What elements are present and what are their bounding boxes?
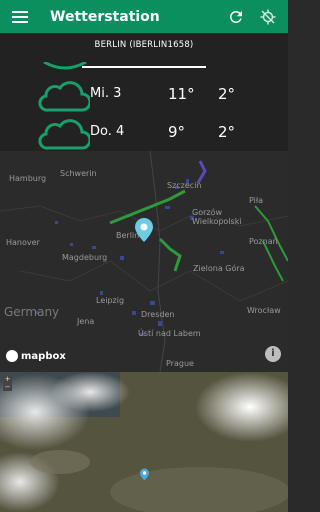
city-label: Hanover: [6, 238, 40, 247]
country-label: Germany: [4, 305, 60, 319]
city-label: Magdeburg: [62, 253, 108, 262]
location-off-icon[interactable]: [256, 5, 280, 29]
forecast-row[interactable]: Mi. 3 11° 2°: [0, 76, 288, 114]
city-label: Poznań: [249, 237, 278, 246]
satellite-map[interactable]: [0, 372, 288, 512]
city-label: Piła: [249, 196, 264, 205]
refresh-icon[interactable]: [224, 5, 248, 29]
city-label: Wrocław: [247, 306, 281, 315]
forecast-day: Mi. 3: [90, 86, 122, 101]
cloud-icon: [38, 119, 90, 150]
radar-map[interactable]: Hamburg Schwerin Szczecin Piła Gorzów Wi…: [0, 151, 288, 372]
forecast-temp-max: 11°: [168, 85, 195, 103]
forecast-temp-min: 2°: [218, 123, 236, 141]
location-pin-icon[interactable]: [135, 218, 153, 242]
forecast-temp-min: 2°: [218, 85, 236, 103]
menu-icon[interactable]: [8, 5, 32, 29]
mapbox-logo-icon: [6, 350, 18, 362]
mapbox-label: mapbox: [21, 350, 66, 362]
forecast-panel: BERLIN (IBERLIN1658) Mi. 3 11° 2° Do. 4 …: [0, 33, 288, 151]
forecast-day: Do. 4: [90, 124, 125, 139]
forecast-row[interactable]: Do. 4 9° 2°: [0, 114, 288, 151]
city-label: Prague: [166, 359, 194, 368]
zoom-control[interactable]: + −: [3, 375, 12, 391]
city-label: Jena: [77, 317, 95, 326]
tab-indicator: [82, 66, 206, 68]
forecast-temp-max: 9°: [168, 123, 186, 141]
app-title: Wetterstation: [50, 8, 160, 25]
city-label: Dresden: [141, 310, 175, 319]
city-label: Szczecin: [167, 181, 202, 190]
app-bar: Wetterstation: [0, 0, 288, 33]
map-background: [0, 151, 288, 372]
city-label: Schwerin: [60, 169, 97, 178]
city-label: Hamburg: [9, 174, 47, 183]
city-label: Gorzów Wielkopolski: [192, 208, 242, 226]
city-label: Ústí nad Labem: [138, 329, 201, 338]
location-pin-icon[interactable]: [140, 468, 149, 481]
city-label: Leipzig: [96, 296, 125, 305]
cloud-icon: [38, 81, 90, 112]
satellite-imagery: [0, 372, 288, 512]
info-icon[interactable]: i: [265, 346, 281, 362]
tab-station[interactable]: BERLIN (IBERLIN1658): [82, 40, 206, 50]
cloud-icon: [43, 62, 87, 70]
city-label: Zielona Góra: [193, 264, 245, 273]
mapbox-attribution[interactable]: mapbox: [6, 350, 66, 362]
